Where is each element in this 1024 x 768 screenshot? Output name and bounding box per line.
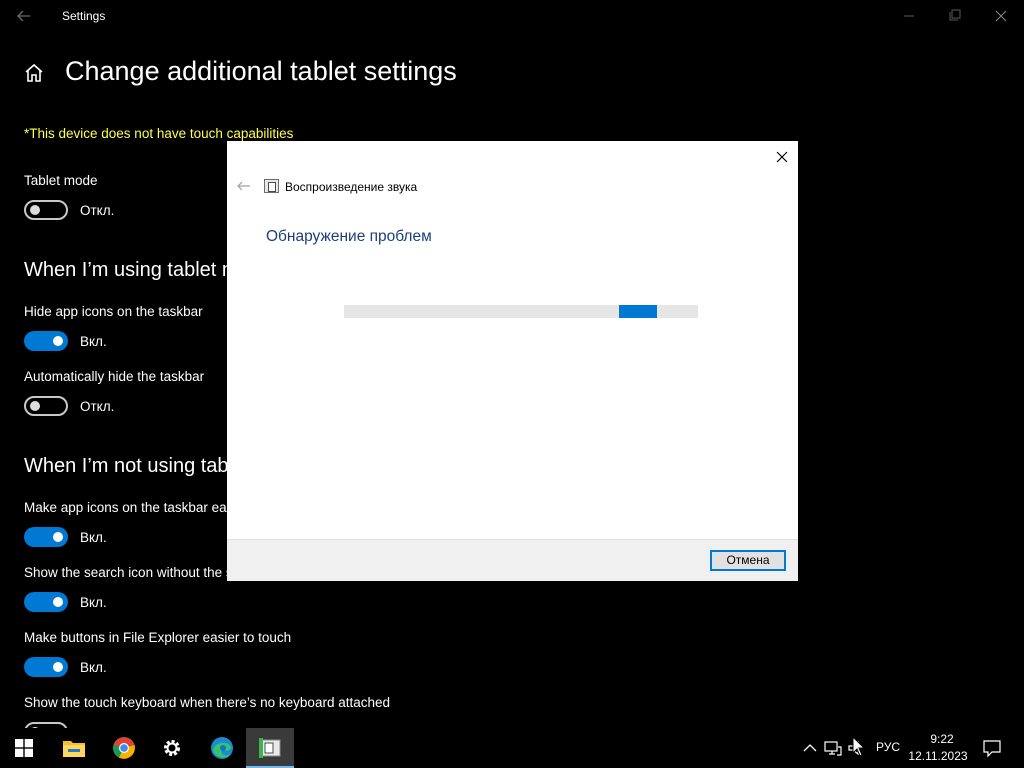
toggle-knob [53, 662, 63, 672]
hide-app-icons-state: Вкл. [80, 334, 107, 349]
chrome-icon [113, 737, 135, 759]
edge-icon [211, 737, 233, 759]
easier-taskbar-icons-toggle[interactable] [24, 527, 68, 547]
progress-bar [344, 305, 698, 318]
progress-marquee [618, 305, 657, 318]
title-bar: Settings [0, 0, 1024, 32]
tablet-mode-state: Откл. [80, 203, 115, 218]
minimize-icon[interactable] [886, 0, 932, 32]
chevron-up-icon[interactable] [800, 738, 820, 758]
taskbar-troubleshooter[interactable] [246, 728, 294, 768]
dialog-footer: Отмена [227, 539, 798, 581]
maximize-icon[interactable] [932, 0, 978, 32]
hide-app-icons-label: Hide app icons on the taskbar [24, 304, 203, 319]
taskbar-chrome[interactable] [100, 728, 148, 768]
mouse-cursor-icon [852, 736, 866, 757]
cancel-button[interactable]: Отмена [710, 550, 786, 571]
toggle-knob [30, 205, 40, 215]
back-arrow-icon[interactable] [12, 6, 36, 26]
explorer-buttons-label: Make buttons in File Explorer easier to … [24, 630, 292, 645]
toggle-knob [53, 532, 63, 542]
dialog-heading: Обнаружение проблем [266, 228, 432, 245]
home-icon[interactable] [22, 61, 46, 85]
toggle-knob [30, 401, 40, 411]
auto-hide-taskbar-state: Откл. [80, 399, 115, 414]
touch-keyboard-label: Show the touch keyboard when there’s no … [24, 695, 390, 710]
hide-app-icons-toggle[interactable] [24, 331, 68, 351]
dialog-app-title: Воспроизведение звука [285, 180, 418, 194]
tablet-mode-toggle[interactable] [24, 200, 68, 220]
page-title: Change additional tablet settings [65, 56, 457, 86]
window-title: Settings [62, 9, 106, 23]
taskbar-edge[interactable] [198, 728, 246, 768]
taskbar-settings[interactable] [148, 728, 196, 768]
explorer-buttons-toggle[interactable] [24, 657, 68, 677]
settings-icon [164, 740, 180, 756]
close-icon[interactable] [978, 0, 1024, 32]
start-button[interactable] [0, 728, 48, 768]
troubleshooter-dialog: Воспроизведение звука Обнаружение пробле… [227, 141, 798, 581]
explorer-buttons-state: Вкл. [80, 660, 107, 675]
auto-hide-taskbar-label: Automatically hide the taskbar [24, 369, 205, 384]
clock-date[interactable]: 12.11.2023 [908, 749, 968, 763]
touch-warning: *This device does not have touch capabil… [24, 126, 294, 141]
taskbar: РУС 9:22 12.11.2023 [0, 728, 1024, 768]
taskbar-file-explorer[interactable] [50, 728, 98, 768]
search-icon-setting-toggle[interactable] [24, 592, 68, 612]
clock-time[interactable]: 9:22 [922, 732, 962, 746]
troubleshooter-app-icon [264, 179, 279, 193]
tablet-mode-label: Tablet mode [24, 173, 98, 188]
dialog-close-icon[interactable] [772, 147, 792, 167]
troubleshooter-icon [259, 738, 281, 758]
toggle-knob [53, 336, 63, 346]
easier-taskbar-icons-state: Вкл. [80, 530, 107, 545]
toggle-knob [53, 597, 63, 607]
dialog-back-arrow-icon[interactable] [235, 179, 253, 193]
network-icon[interactable] [823, 738, 843, 758]
file-explorer-icon [63, 741, 85, 757]
notification-icon[interactable] [982, 738, 1002, 758]
auto-hide-taskbar-toggle[interactable] [24, 396, 68, 416]
language-indicator[interactable]: РУС [876, 740, 900, 754]
search-icon-setting-state: Вкл. [80, 595, 107, 610]
start-icon [15, 739, 33, 757]
